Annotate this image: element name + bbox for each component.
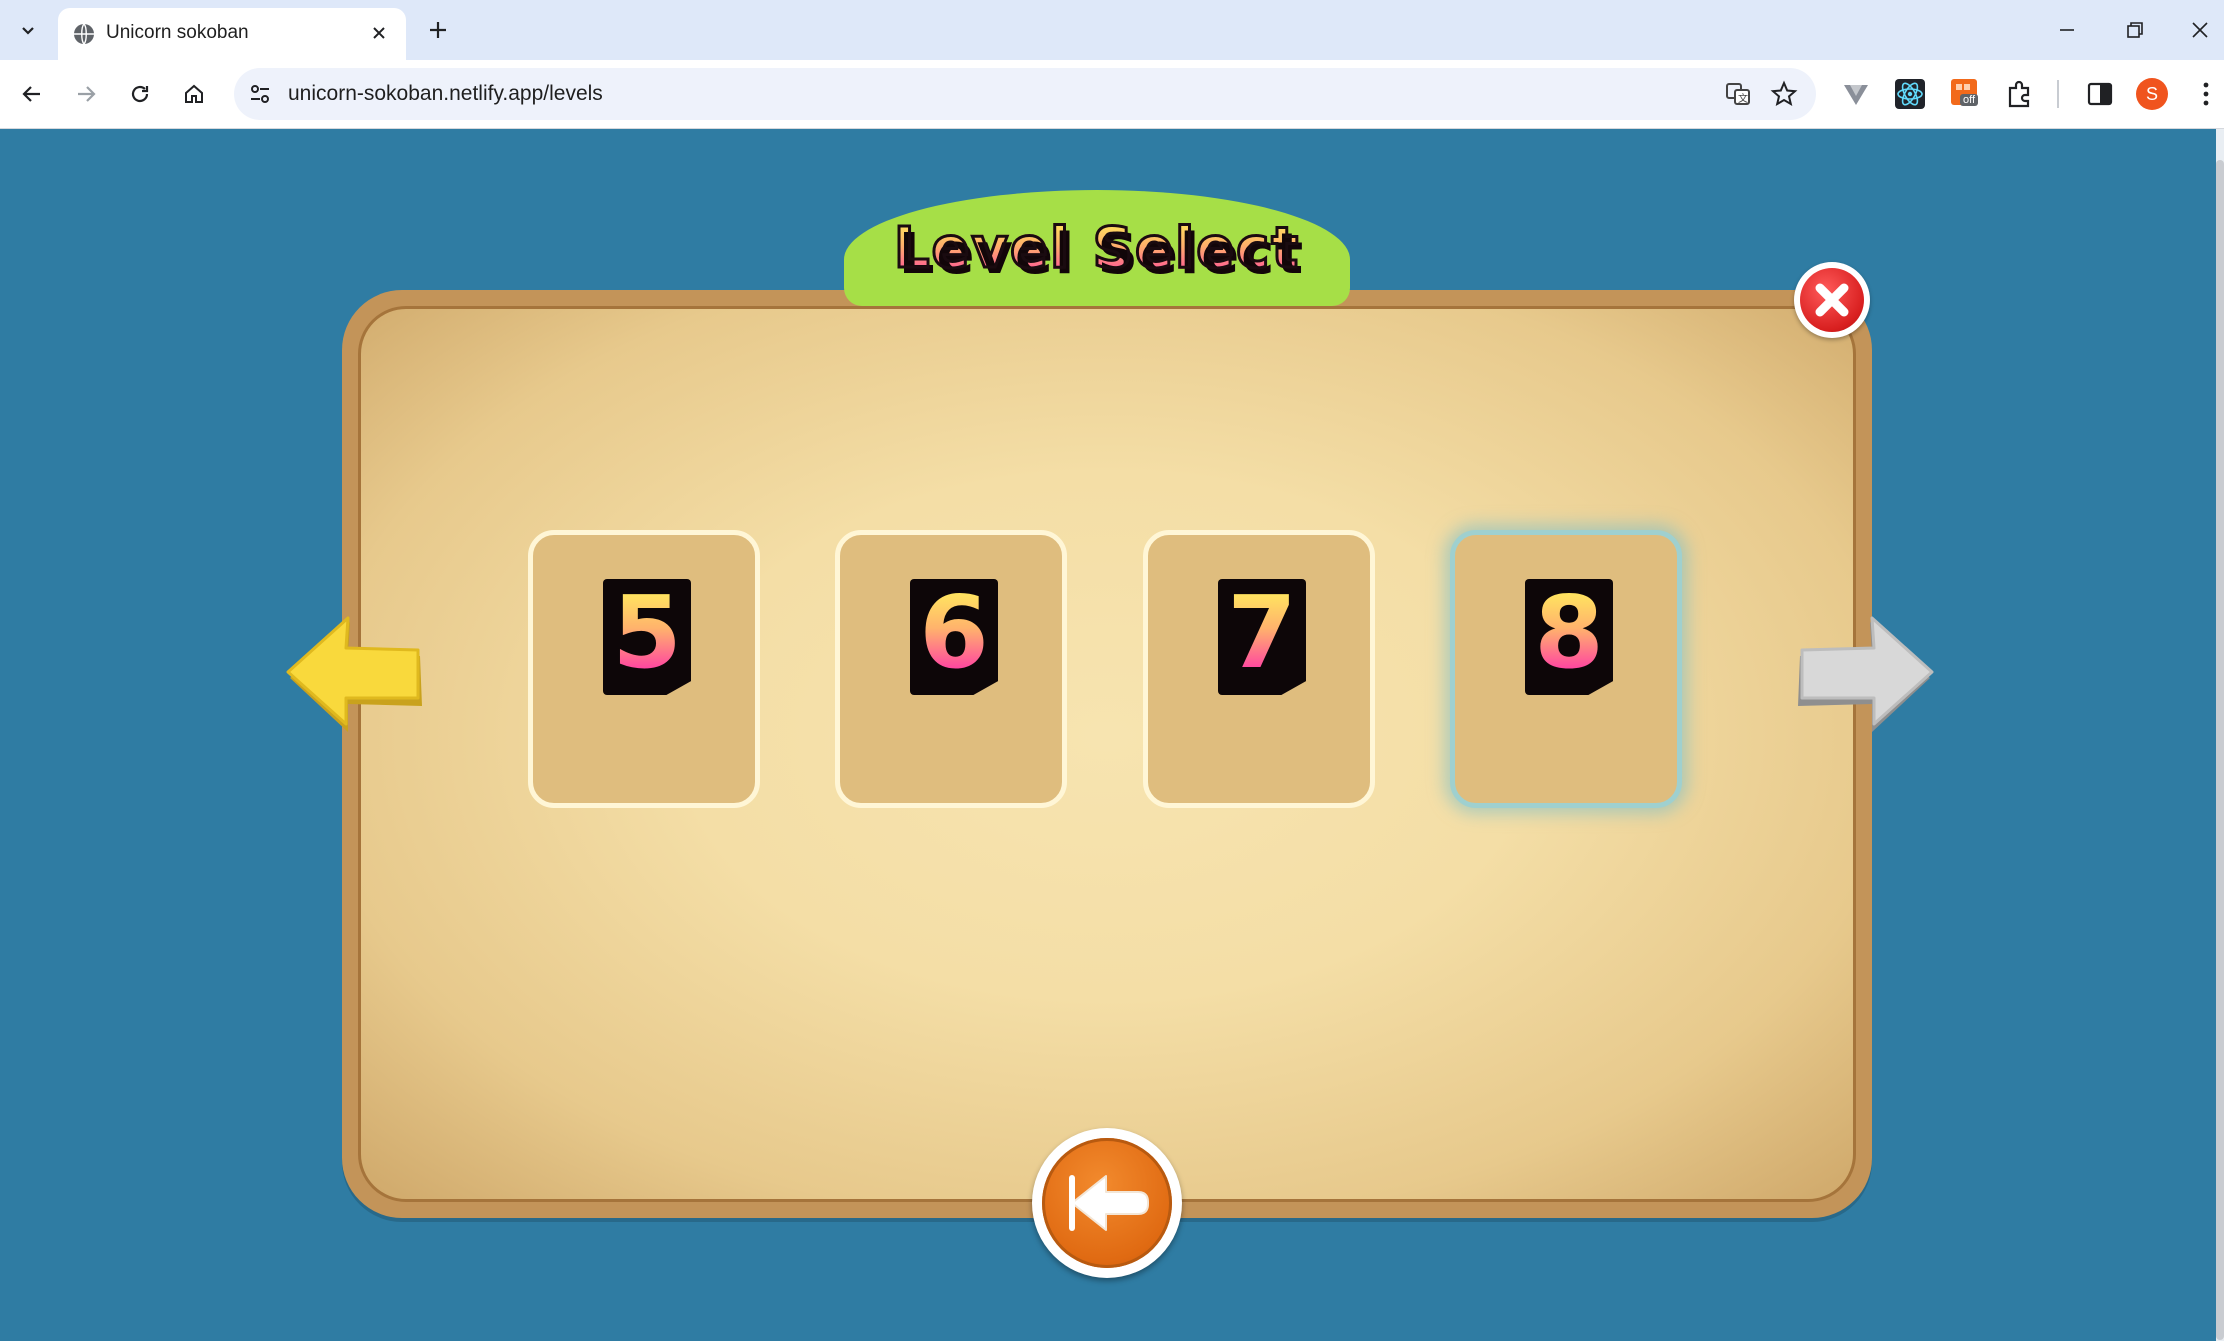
level-number-tile: 7 bbox=[1218, 579, 1306, 695]
back-button[interactable] bbox=[12, 74, 52, 114]
level-number: 8 bbox=[1534, 574, 1604, 691]
back-button-face bbox=[1042, 1138, 1172, 1268]
level-card-6[interactable]: 6 bbox=[835, 530, 1067, 808]
restore-icon bbox=[2127, 22, 2143, 38]
home-icon bbox=[185, 84, 203, 103]
next-page-button[interactable] bbox=[1796, 614, 1938, 732]
address-bar[interactable]: unicorn-sokoban.netlify.app/levels 文 bbox=[234, 68, 1816, 120]
tab-title: Unicorn sokoban bbox=[106, 22, 249, 43]
close-x-icon bbox=[1815, 283, 1849, 317]
profile-avatar[interactable]: S bbox=[2136, 78, 2168, 110]
level-number: 6 bbox=[919, 574, 989, 691]
reload-icon bbox=[131, 85, 149, 103]
more-menu-icon[interactable] bbox=[2190, 78, 2222, 110]
svg-text:文: 文 bbox=[1738, 92, 1748, 105]
page-scrollbar-thumb[interactable] bbox=[2216, 160, 2224, 1340]
extension-off-badge: off bbox=[1960, 94, 1979, 106]
globe-icon bbox=[74, 23, 94, 45]
arrow-right-icon bbox=[1798, 616, 1934, 732]
puzzle-extensions-icon[interactable] bbox=[2004, 78, 2036, 110]
level-number-tile: 8 bbox=[1525, 579, 1613, 695]
level-card-7[interactable]: 7 bbox=[1143, 530, 1375, 808]
level-card-5[interactable]: 5 bbox=[528, 530, 760, 808]
level-number-tile: 5 bbox=[603, 579, 691, 695]
page-title: Level Select bbox=[892, 214, 1301, 282]
forward-button[interactable] bbox=[66, 74, 106, 114]
home-button[interactable] bbox=[174, 74, 214, 114]
reload-button[interactable] bbox=[120, 74, 160, 114]
toolbar-divider bbox=[2057, 80, 2059, 108]
tab-search-button[interactable] bbox=[8, 12, 48, 48]
close-button-face bbox=[1800, 268, 1864, 332]
translate-icon[interactable]: 文 bbox=[1724, 80, 1752, 108]
level-number: 5 bbox=[612, 574, 682, 691]
browser-toolbar: unicorn-sokoban.netlify.app/levels 文 off… bbox=[0, 60, 2224, 129]
rewind-back-icon bbox=[1069, 1175, 1149, 1231]
vuetify-extension-icon[interactable] bbox=[1840, 78, 1872, 110]
close-button[interactable] bbox=[1794, 262, 1870, 338]
level-number-tile: 6 bbox=[910, 579, 998, 695]
close-icon bbox=[373, 27, 385, 39]
side-panel-icon[interactable] bbox=[2084, 78, 2116, 110]
window-restore-button[interactable] bbox=[2108, 10, 2162, 50]
arrow-back-icon bbox=[22, 86, 40, 102]
arrow-left-icon bbox=[286, 616, 422, 732]
site-settings-icon[interactable] bbox=[246, 80, 274, 108]
arrow-forward-icon bbox=[78, 86, 96, 102]
browser-tab-bar: Unicorn sokoban bbox=[0, 0, 2224, 60]
new-tab-button[interactable] bbox=[418, 12, 458, 48]
extension-off-icon[interactable]: off bbox=[1950, 78, 1982, 110]
browser-tab[interactable]: Unicorn sokoban bbox=[58, 8, 406, 60]
level-number: 7 bbox=[1227, 574, 1297, 691]
bookmark-star-icon[interactable] bbox=[1770, 80, 1798, 108]
profile-initial: S bbox=[2145, 83, 2158, 104]
window-close-button[interactable] bbox=[2176, 10, 2224, 50]
address-url: unicorn-sokoban.netlify.app/levels bbox=[288, 82, 603, 105]
back-to-menu-button[interactable] bbox=[1032, 1128, 1182, 1278]
react-devtools-icon[interactable] bbox=[1894, 78, 1926, 110]
prev-page-button[interactable] bbox=[282, 614, 424, 732]
window-minimize-button[interactable] bbox=[2040, 10, 2094, 50]
plus-icon bbox=[430, 22, 446, 38]
close-icon bbox=[2192, 22, 2208, 38]
tab-close-button[interactable] bbox=[364, 18, 394, 48]
chevron-down-icon bbox=[22, 27, 34, 35]
minimize-icon bbox=[2060, 29, 2074, 31]
level-card-8[interactable]: 8 bbox=[1450, 530, 1682, 808]
